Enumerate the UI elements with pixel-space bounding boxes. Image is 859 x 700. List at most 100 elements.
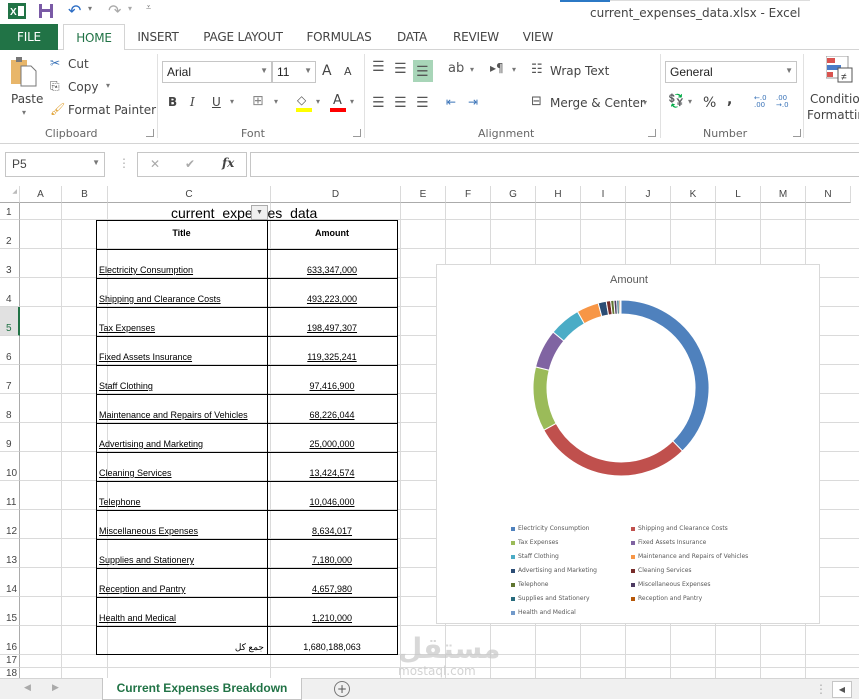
cell-amount[interactable]: 97,416,900 xyxy=(267,381,397,391)
legend-item[interactable]: Supplies and Stationery xyxy=(511,595,590,602)
cell-amount[interactable]: 493,223,000 xyxy=(267,294,397,304)
cancel-icon[interactable]: ✕ xyxy=(150,157,160,171)
cell-amount[interactable]: 633,347,000 xyxy=(267,265,397,275)
row-header-5[interactable]: 5 xyxy=(0,307,20,336)
cell-title[interactable]: Cleaning Services xyxy=(99,468,172,478)
align-right-icon[interactable]: ☰ xyxy=(416,95,429,111)
header-title[interactable]: Title xyxy=(96,228,267,238)
borders-icon[interactable]: ⊞ xyxy=(252,93,264,109)
font-color-button[interactable]: A xyxy=(330,93,346,113)
column-header-N[interactable]: N xyxy=(806,186,851,203)
cell-title[interactable]: Telephone xyxy=(99,497,141,507)
italic-button[interactable]: I xyxy=(190,95,195,109)
row-header-12[interactable]: 12 xyxy=(0,510,20,539)
cell-title[interactable]: Maintenance and Repairs of Vehicles xyxy=(99,410,248,420)
undo-dropdown-icon[interactable]: ▾ xyxy=(88,4,92,13)
row-header-1[interactable]: 1 xyxy=(0,203,20,220)
legend-item[interactable]: Electricity Consumption xyxy=(511,525,589,532)
formula-input[interactable] xyxy=(250,152,859,177)
scroll-tabs-right-icon[interactable]: ▶ xyxy=(52,683,59,693)
row-header-13[interactable]: 13 xyxy=(0,539,20,568)
bold-button[interactable]: B xyxy=(168,95,177,109)
decrease-indent-icon[interactable]: ⇤ xyxy=(446,95,456,109)
row-header-11[interactable]: 11 xyxy=(0,481,20,510)
cell-title[interactable]: Supplies and Stationery xyxy=(99,555,194,565)
cell-amount[interactable]: 4,657,980 xyxy=(267,584,397,594)
enter-icon[interactable]: ✔ xyxy=(185,157,195,171)
tab-page-layout[interactable]: PAGE LAYOUT xyxy=(197,24,289,50)
legend-item[interactable]: Health and Medical xyxy=(511,609,576,616)
align-left-icon[interactable]: ☰ xyxy=(372,95,385,111)
conditional-formatting-button[interactable]: ≠ Conditior Formattin xyxy=(806,56,859,126)
filter-dropdown-button[interactable]: ▼ xyxy=(251,205,268,220)
merge-center-button[interactable]: ⊟ Merge & Center ▾ xyxy=(531,94,656,112)
align-top-icon[interactable]: ☰ xyxy=(372,59,385,75)
cell-amount[interactable]: 119,325,241 xyxy=(267,352,397,362)
sheet-tab-current-expenses[interactable]: Current Expenses Breakdown xyxy=(102,678,302,700)
row-header-3[interactable]: 3 xyxy=(0,249,20,278)
font-name-combo[interactable]: Arial▼ xyxy=(162,61,272,83)
insert-function-icon[interactable]: fx xyxy=(222,156,234,170)
column-header-E[interactable]: E xyxy=(401,186,446,203)
number-launcher-icon[interactable] xyxy=(793,129,801,137)
copy-button[interactable]: ⎘ Copy ▾ xyxy=(50,79,120,97)
wrap-text-button[interactable]: ☷ Wrap Text xyxy=(531,62,611,80)
orientation-icon[interactable]: ab xyxy=(448,61,464,76)
text-direction-dropdown-icon[interactable]: ▾ xyxy=(512,65,516,74)
redo-icon[interactable]: ↷ xyxy=(108,1,121,20)
align-middle-icon[interactable]: ☰ xyxy=(394,61,407,77)
sheet-title-cell[interactable]: current_expenses_data xyxy=(171,205,317,221)
tab-file[interactable]: FILE xyxy=(0,24,58,50)
doughnut-slice-1[interactable] xyxy=(544,423,683,476)
doughnut-slice-2[interactable] xyxy=(533,367,556,430)
cell-title[interactable]: Advertising and Marketing xyxy=(99,439,203,449)
cut-button[interactable]: ✂ Cut xyxy=(50,56,110,74)
borders-dropdown-icon[interactable]: ▾ xyxy=(274,97,278,106)
cell-title[interactable]: Shipping and Clearance Costs xyxy=(99,294,221,304)
row-header-9[interactable]: 9 xyxy=(0,423,20,452)
font-color-dropdown-icon[interactable]: ▾ xyxy=(350,97,354,106)
align-bottom-button[interactable]: ☰ xyxy=(413,60,433,82)
row-header-14[interactable]: 14 xyxy=(0,568,20,597)
underline-dropdown-icon[interactable]: ▾ xyxy=(230,97,234,106)
save-icon[interactable] xyxy=(38,3,54,19)
column-header-D[interactable]: D xyxy=(271,186,401,203)
row-header-8[interactable]: 8 xyxy=(0,394,20,423)
column-header-A[interactable]: A xyxy=(20,186,62,203)
column-header-M[interactable]: M xyxy=(761,186,806,203)
grow-font-button[interactable]: A xyxy=(322,63,332,79)
orientation-dropdown-icon[interactable]: ▾ xyxy=(470,65,474,74)
row-header-7[interactable]: 7 xyxy=(0,365,20,394)
cell-title[interactable]: Miscellaneous Expenses xyxy=(99,526,198,536)
horizontal-scroll-left-button[interactable]: ◀ xyxy=(832,681,852,698)
legend-item[interactable]: Cleaning Services xyxy=(631,567,692,574)
accounting-dropdown-icon[interactable]: ▾ xyxy=(688,97,692,106)
name-box[interactable]: P5▼ xyxy=(5,152,105,177)
customize-qat-icon[interactable]: ⩡ xyxy=(146,3,151,13)
column-header-G[interactable]: G xyxy=(491,186,536,203)
cell-amount[interactable]: 68,226,044 xyxy=(267,410,397,420)
header-amount[interactable]: Amount xyxy=(267,228,397,238)
percent-style-button[interactable]: % xyxy=(703,95,716,111)
select-all-corner[interactable]: ◢ xyxy=(0,186,20,203)
scroll-tabs-left-icon[interactable]: ◀ xyxy=(24,683,31,693)
column-header-C[interactable]: C xyxy=(108,186,271,203)
column-header-I[interactable]: I xyxy=(581,186,626,203)
row-header-10[interactable]: 10 xyxy=(0,452,20,481)
row-header-15[interactable]: 15 xyxy=(0,597,20,626)
cell-amount[interactable]: 25,000,000 xyxy=(267,439,397,449)
legend-item[interactable]: Maintenance and Repairs of Vehicles xyxy=(631,553,748,560)
cell-amount[interactable]: 8,634,017 xyxy=(267,526,397,536)
total-amount[interactable]: 1,680,188,063 xyxy=(267,642,397,652)
row-header-2[interactable]: 2 xyxy=(0,220,20,249)
doughnut-slice-0[interactable] xyxy=(621,300,709,451)
legend-item[interactable]: Staff Clothing xyxy=(511,553,559,560)
text-direction-icon[interactable]: ▸¶ xyxy=(490,61,504,75)
tab-review[interactable]: REVIEW xyxy=(448,24,504,50)
cell-title[interactable]: Fixed Assets Insurance xyxy=(99,352,192,362)
legend-item[interactable]: Shipping and Clearance Costs xyxy=(631,525,728,532)
undo-icon[interactable]: ↶ xyxy=(68,1,81,20)
align-center-icon[interactable]: ☰ xyxy=(394,95,407,111)
tab-formulas[interactable]: FORMULAS xyxy=(303,24,375,50)
column-header-B[interactable]: B xyxy=(62,186,108,203)
